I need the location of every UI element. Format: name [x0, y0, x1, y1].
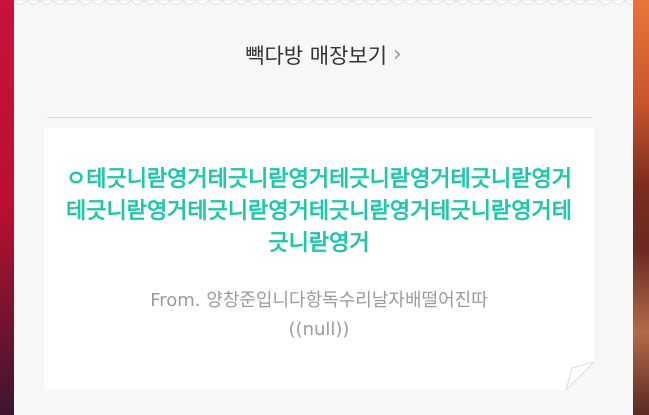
store-finder-label: 빽다방 매장보기 — [245, 44, 388, 68]
section-divider — [47, 117, 592, 118]
sender-subtitle: ((null)) — [288, 319, 350, 340]
desktop-wallpaper-left — [0, 0, 14, 415]
chevron-right-icon: › — [393, 42, 402, 67]
gift-panel: 빽다방 매장보기 › ㅇ테긋니랃영거테긋니랃영거테긋니랃영거테긋니랃영거테긋니랃… — [14, 0, 633, 415]
store-finder-link[interactable]: 빽다방 매장보기 › — [14, 40, 633, 70]
scalloped-edge — [14, 0, 633, 12]
gift-message-card: ㅇ테긋니랃영거테긋니랃영거테긋니랃영거테긋니랃영거테긋니랃영거테긋니랃영거테긋니… — [44, 128, 594, 390]
desktop-wallpaper-right — [633, 0, 649, 415]
sender-name: From. 양창준입니다항독수리날자배떨어진따 — [150, 290, 488, 311]
gift-sender-text: From. 양창준입니다항독수리날자배떨어진따 ((null)) — [56, 286, 582, 344]
page-fold-icon — [566, 362, 594, 390]
gift-message-text: ㅇ테긋니랃영거테긋니랃영거테긋니랃영거테긋니랃영거테긋니랃영거테긋니랃영거테긋니… — [65, 167, 572, 256]
